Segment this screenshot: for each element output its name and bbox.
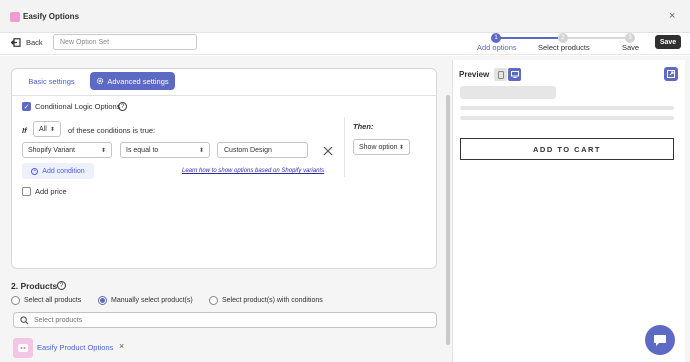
product-thumb-graphic (18, 344, 28, 352)
then-divider (344, 117, 345, 177)
step-1-dot[interactable]: 1 (491, 33, 501, 43)
window-title: Easify Options (23, 12, 80, 21)
action-select[interactable]: Show option ⬍ (353, 139, 410, 155)
step-1-label[interactable]: Add options (477, 43, 517, 52)
chat-icon (654, 334, 666, 346)
save-button[interactable]: Save (655, 35, 681, 49)
step-connector-2 (567, 37, 625, 39)
remove-condition-icon[interactable] (323, 146, 333, 156)
chat-button[interactable] (645, 325, 675, 355)
action-select-value: Show option (359, 143, 398, 151)
condition-field-value: Shopify Variant (28, 146, 75, 154)
gear-icon (97, 77, 104, 85)
product-search-field[interactable] (13, 312, 437, 328)
step-2-dot[interactable]: 2 (558, 33, 568, 43)
product-thumb-icon (13, 338, 33, 358)
scrollbar[interactable] (446, 95, 450, 345)
skeleton-title (460, 86, 556, 99)
match-select[interactable]: All ⬍ (33, 121, 61, 137)
match-select-value: All (39, 125, 47, 133)
tab-basic-settings[interactable]: Basic settings (22, 74, 81, 88)
conditions-text: of these conditions is true: (68, 126, 156, 135)
help-icon[interactable]: ? (57, 281, 66, 290)
step-3-label[interactable]: Save (622, 43, 639, 52)
condition-operator-select[interactable]: Is equal to ⬍ (120, 142, 210, 158)
tab-advanced-label: Advanced settings (107, 76, 169, 86)
product-search-input[interactable] (34, 316, 414, 324)
plus-circle-icon: + (31, 167, 39, 175)
option-set-name-input[interactable] (53, 34, 197, 50)
search-icon (20, 315, 29, 324)
add-condition-button[interactable]: + Add condition (22, 163, 94, 179)
radio-conditions-select[interactable] (209, 296, 218, 305)
radio-select-all[interactable] (11, 296, 20, 305)
if-label: If (22, 126, 27, 135)
close-icon[interactable]: × (669, 10, 675, 22)
chevron-down-icon: ⬍ (398, 144, 404, 151)
remove-product-icon[interactable]: × (119, 341, 124, 351)
product-item-name[interactable]: Easify Product Options (37, 343, 113, 352)
mobile-view-toggle[interactable] (494, 68, 507, 81)
chevron-down-icon: ⬍ (49, 126, 55, 133)
step-3-dot[interactable]: 3 (625, 33, 635, 43)
add-price-label: Add price (35, 187, 67, 196)
expand-icon (667, 70, 675, 78)
tab-advanced-settings[interactable]: Advanced settings (90, 72, 175, 90)
radio-select-all-label[interactable]: Select all products (24, 297, 81, 304)
add-condition-label: Add condition (42, 167, 85, 175)
chevron-down-icon: ⬍ (100, 147, 106, 154)
step-connector-1 (500, 37, 558, 39)
back-button[interactable]: Back (11, 38, 43, 47)
expand-preview-button[interactable] (664, 67, 678, 81)
title-bar (0, 0, 690, 33)
help-icon[interactable]: ? (118, 102, 127, 111)
skeleton-line-1 (460, 106, 674, 110)
desktop-icon (510, 71, 519, 78)
conditional-logic-checkbox[interactable]: ✓ (22, 102, 31, 111)
skeleton-line-2 (460, 116, 674, 120)
back-arrow-icon (11, 38, 21, 47)
back-label: Back (26, 38, 43, 47)
app-logo-icon (10, 12, 20, 22)
condition-value-input[interactable]: Custom Design (217, 142, 308, 158)
desktop-view-toggle[interactable] (508, 68, 521, 81)
chevron-down-icon: ⬍ (198, 147, 204, 154)
then-label: Then: (353, 122, 374, 131)
radio-manual-select[interactable] (98, 296, 107, 305)
condition-field-select[interactable]: Shopify Variant ⬍ (22, 142, 112, 158)
step-2-label[interactable]: Select products (538, 43, 590, 52)
conditional-logic-label: Conditional Logic Options (35, 102, 121, 111)
products-heading: 2. Products (11, 281, 58, 291)
condition-operator-value: Is equal to (126, 146, 159, 154)
mobile-icon (497, 70, 504, 79)
add-to-cart-button[interactable]: ADD TO CART (460, 138, 674, 160)
add-price-checkbox[interactable] (22, 187, 31, 196)
preview-title: Preview (459, 70, 490, 79)
radio-manual-select-label[interactable]: Manually select product(s) (111, 297, 193, 304)
learn-variants-link[interactable]: Learn how to show options based on Shopi… (182, 168, 324, 174)
tab-divider (12, 95, 437, 96)
radio-conditions-select-label[interactable]: Select product(s) with conditions (222, 297, 323, 304)
